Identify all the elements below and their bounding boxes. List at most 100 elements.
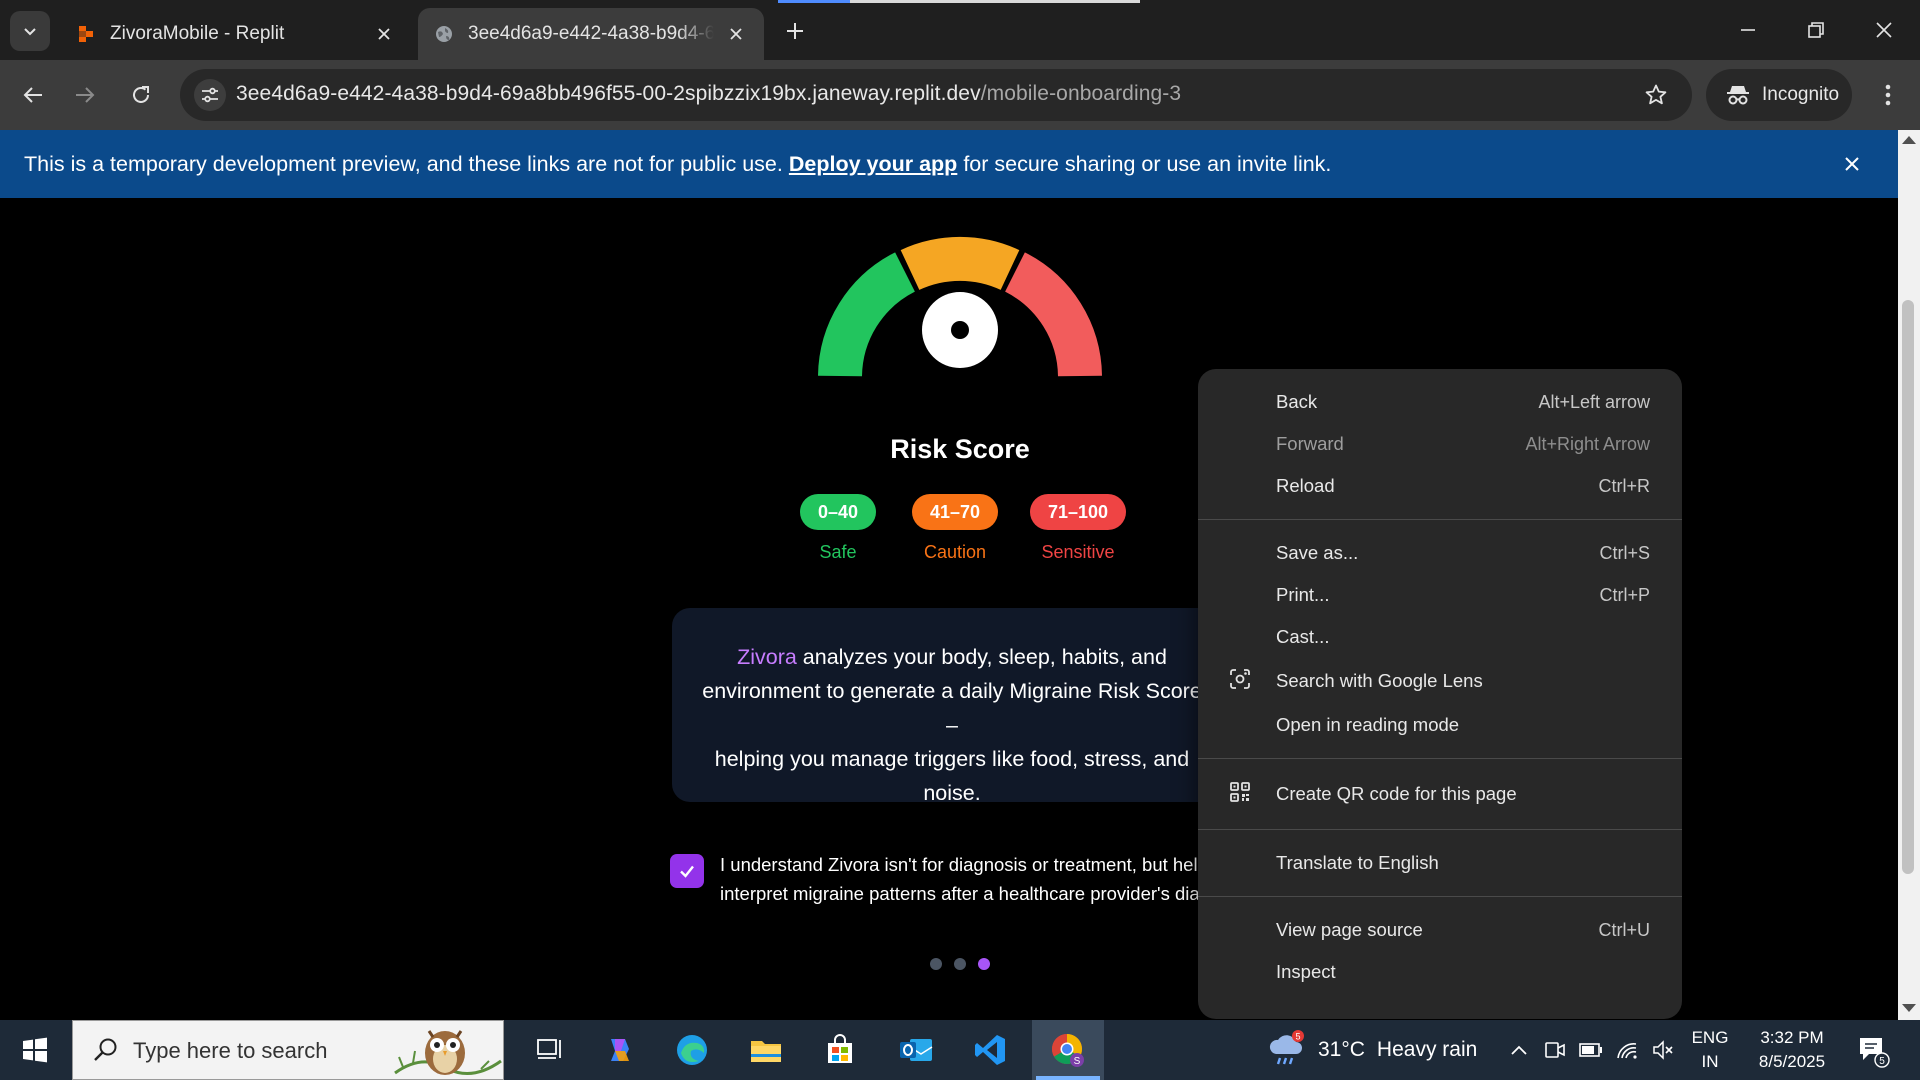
consent-label[interactable]: I understand Zivora isn't for diagnosis …	[720, 850, 1240, 908]
arrow-left-icon	[23, 87, 42, 103]
camera-icon	[1545, 1042, 1565, 1058]
incognito-label: Incognito	[1762, 84, 1840, 105]
menu-item-google-lens[interactable]: Search with Google Lens	[1198, 658, 1682, 704]
pager-dots	[930, 958, 990, 970]
task-view-button[interactable]	[528, 1028, 572, 1072]
tab-search-button[interactable]	[10, 11, 50, 51]
replit-icon	[79, 26, 93, 42]
menu-item-print[interactable]: Print... Ctrl+P	[1198, 574, 1682, 616]
close-window-button[interactable]	[1866, 12, 1902, 48]
menu-item-label: Open in reading mode	[1276, 714, 1460, 735]
star-icon	[1645, 84, 1667, 105]
weather-desc: Heavy rain	[1376, 1038, 1478, 1061]
chrome-button[interactable]: S	[1046, 1028, 1090, 1072]
search-icon	[94, 1038, 117, 1061]
menu-item-reload[interactable]: Reload Ctrl+R	[1198, 465, 1682, 507]
chrome-active-indicator	[1036, 1076, 1100, 1080]
menu-item-forward[interactable]: Forward Alt+Right Arrow	[1198, 423, 1682, 465]
site-info-button[interactable]	[194, 79, 226, 111]
menu-item-back[interactable]: Back Alt+Left arrow	[1198, 381, 1682, 423]
forward-button[interactable]	[66, 76, 104, 114]
file-explorer-button[interactable]	[744, 1028, 788, 1072]
pager-dot-active[interactable]	[978, 958, 990, 970]
input-language[interactable]: ENG IN	[1690, 1026, 1730, 1074]
menu-item-label: Translate to English	[1276, 852, 1439, 873]
scrollbar-thumb[interactable]	[1902, 300, 1914, 874]
copilot-icon	[611, 1039, 629, 1061]
meet-now-button[interactable]	[1542, 1038, 1568, 1062]
menu-item-view-source[interactable]: View page source Ctrl+U	[1198, 909, 1682, 951]
menu-item-save-as[interactable]: Save as... Ctrl+S	[1198, 532, 1682, 574]
scroll-up-arrow[interactable]	[1902, 136, 1916, 144]
banner-close-button[interactable]	[1838, 150, 1866, 178]
minimize-button[interactable]	[1730, 12, 1766, 48]
back-button[interactable]	[14, 76, 52, 114]
clock-time: 3:32 PM	[1760, 1028, 1824, 1047]
tab-close-button[interactable]	[724, 22, 748, 46]
show-hidden-icons-button[interactable]	[1506, 1038, 1532, 1062]
clock-date: 8/5/2025	[1758, 1052, 1826, 1071]
pager-dot[interactable]	[954, 958, 966, 970]
edge-icon	[677, 1035, 707, 1065]
info-line-2: environment to generate a daily Migraine…	[702, 679, 1202, 737]
battery-button[interactable]	[1578, 1038, 1604, 1062]
start-button[interactable]	[0, 1020, 70, 1080]
browser-toolbar: 3ee4d6a9-e442-4a38-b9d4-69a8bb496f55-00-…	[0, 60, 1920, 130]
address-bar[interactable]: 3ee4d6a9-e442-4a38-b9d4-69a8bb496f55-00-…	[180, 69, 1692, 121]
menu-item-cast[interactable]: Cast...	[1198, 616, 1682, 658]
windows-icon	[23, 1037, 47, 1063]
lang-region: IN	[1701, 1052, 1719, 1071]
notification-center-button[interactable]: 5	[1856, 1034, 1890, 1068]
owl-illustration-icon	[394, 1030, 502, 1075]
tab-close-button[interactable]	[372, 22, 396, 46]
lens-icon	[1230, 669, 1250, 689]
incognito-indicator[interactable]: Incognito	[1706, 69, 1852, 121]
microsoft-store-button[interactable]	[818, 1028, 862, 1072]
wifi-icon	[1617, 1043, 1637, 1059]
range-label: Caution	[924, 542, 987, 562]
arrow-right-icon	[76, 87, 95, 103]
url-text: 3ee4d6a9-e442-4a38-b9d4-69a8bb496f55-00-…	[236, 82, 1181, 106]
store-icon	[828, 1034, 852, 1063]
new-tab-button[interactable]	[780, 16, 810, 46]
range-label: Sensitive	[1041, 542, 1115, 562]
more-vert-icon	[1885, 84, 1891, 106]
pager-dot[interactable]	[930, 958, 942, 970]
volume-button[interactable]	[1650, 1038, 1676, 1062]
tab-replit[interactable]: ZivoraMobile - Replit	[60, 8, 412, 60]
reload-icon	[133, 86, 149, 103]
consent-checkbox[interactable]	[670, 854, 704, 888]
menu-item-shortcut: Alt+Right Arrow	[1525, 433, 1650, 454]
scroll-down-arrow[interactable]	[1902, 1004, 1916, 1012]
context-menu: Back Alt+Left arrow Forward Alt+Right Ar…	[1198, 369, 1682, 1019]
search-placeholder: Type here to search	[133, 1038, 328, 1063]
network-button[interactable]	[1614, 1038, 1640, 1062]
notification-icon: 5	[1860, 1038, 1890, 1068]
menu-item-reading-mode[interactable]: Open in reading mode	[1198, 704, 1682, 746]
vscode-button[interactable]	[968, 1028, 1012, 1072]
menu-item-translate[interactable]: Translate to English	[1198, 842, 1682, 884]
vscode-icon	[975, 1035, 1005, 1065]
restore-icon	[1808, 22, 1824, 38]
outlook-button[interactable]	[894, 1028, 938, 1072]
chrome-icon: S	[1051, 1034, 1084, 1067]
volume-muted-icon	[1653, 1040, 1673, 1060]
copilot-button[interactable]	[598, 1028, 642, 1072]
clock[interactable]: 3:32 PM 8/5/2025	[1744, 1026, 1840, 1074]
lang-code: ENG	[1691, 1028, 1729, 1047]
menu-item-qr-code[interactable]: Create QR code for this page	[1198, 771, 1682, 817]
menu-item-inspect[interactable]: Inspect	[1198, 951, 1682, 993]
browser-menu-button[interactable]	[1870, 76, 1906, 114]
restore-button[interactable]	[1798, 12, 1834, 48]
plus-icon	[787, 23, 803, 39]
taskbar-search[interactable]: Type here to search	[72, 1020, 504, 1080]
reload-button[interactable]	[122, 76, 160, 114]
menu-separator	[1198, 519, 1682, 520]
bookmark-button[interactable]	[1642, 81, 1670, 109]
weather-widget[interactable]: 5 31°C Heavy rain	[1266, 1020, 1477, 1080]
deploy-link[interactable]: Deploy your app	[789, 152, 957, 177]
edge-button[interactable]	[670, 1028, 714, 1072]
url-host: 3ee4d6a9-e442-4a38-b9d4-69a8bb496f55-00-…	[236, 82, 981, 105]
info-text: Zivora analyzes your body, sleep, habits…	[672, 640, 1232, 810]
tab-preview[interactable]: 3ee4d6a9-e442-4a38-b9d4-69a8bb496f55-00-…	[418, 8, 764, 60]
